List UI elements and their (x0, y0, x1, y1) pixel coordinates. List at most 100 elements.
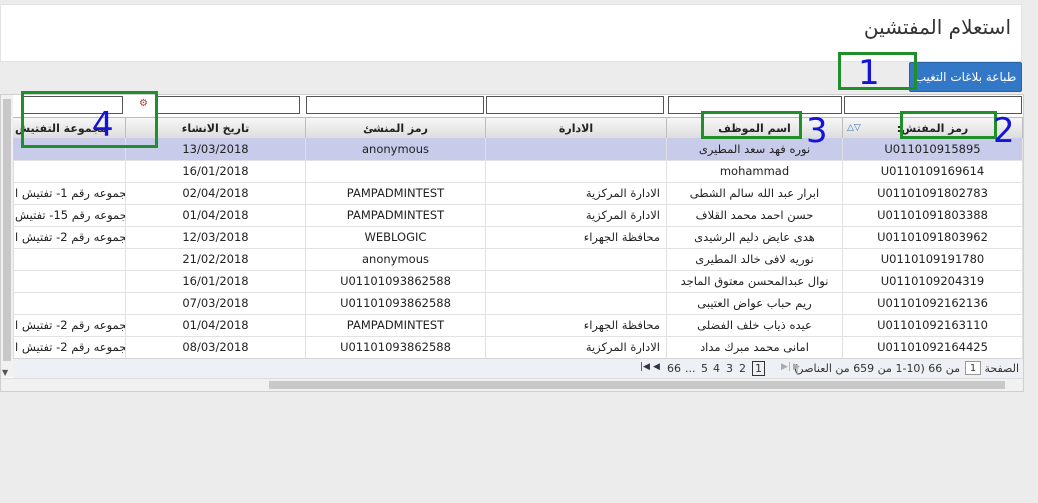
annotation-number-1: 1 (858, 53, 880, 93)
filter-date-input[interactable] (155, 96, 300, 114)
cell-code: U01101092164425 (843, 336, 1023, 358)
cell-dept (486, 292, 667, 314)
pager-page-3[interactable]: 3 (726, 362, 733, 375)
table-row[interactable]: U0110109216213‎6 ريم حباب عواض العتيبى U01… (13, 292, 1023, 315)
cell-group: مجموعه رقم 2- تفتيش ا (13, 336, 126, 358)
annotation-number-4: 4 (92, 105, 114, 145)
cell-name: حسن احمد محمد القلاف (667, 204, 843, 226)
cell-creator: PAMPADMINTEST (306, 204, 486, 226)
cell-group (13, 292, 126, 314)
cell-code: U01101091803962 (843, 226, 1023, 248)
cell-group: مجموعه رقم 2- تفتيش ا (13, 226, 126, 248)
cell-creator: PAMPADMINTEST (306, 314, 486, 336)
annotation-number-3: 3 (806, 111, 828, 151)
filter-row: ⚙ (13, 95, 1023, 117)
cell-creator: U01101093862588 (306, 270, 486, 292)
cell-date: 12/03/2018 (126, 226, 306, 248)
cell-dept: محافظة الجهراء (486, 314, 667, 336)
annotation-box-2 (900, 111, 997, 139)
cell-dept (486, 270, 667, 292)
cell-code: U0110109169614 (843, 160, 1023, 182)
sort-arrows-icon[interactable]: ▽△ (847, 118, 861, 139)
table-row[interactable]: U0110109204319 نوال عبدالمحسن معتوق الماج… (13, 270, 1023, 293)
cell-creator: U01101093862588 (306, 336, 486, 358)
pager-page-4[interactable]: 4 (713, 362, 720, 375)
horizontal-scroll-thumb[interactable] (269, 381, 1005, 389)
prev-page-icon[interactable]: ◀ (653, 362, 660, 372)
pager-page-1[interactable]: 1 (752, 361, 765, 376)
pager: الصفحة 1 من 66 (10-1 من 659 من العناصر) … (13, 358, 1023, 379)
cell-creator: WEBLOGIC (306, 226, 486, 248)
table-row[interactable]: U01101091803388 حسن احمد محمد القلاف الادا… (13, 204, 1023, 227)
table-row[interactable]: U01101092164425 امانى محمد مبرك مداد الادا… (13, 336, 1023, 359)
cell-date: 07/03/2018 (126, 292, 306, 314)
pager-page-input[interactable]: 1 (965, 361, 981, 375)
column-header-dept[interactable]: الادارة (486, 118, 667, 139)
cell-dept (486, 248, 667, 270)
cell-creator: U01101093862588 (306, 292, 486, 314)
cell-group: مجموعه رقم 1- تفتيش ا (13, 182, 126, 204)
table-row[interactable]: U0110109191780 نوريه لافى خالد المطيرى ano… (13, 248, 1023, 271)
cell-date: 01/04/2018 (126, 314, 306, 336)
cell-name: هدى عايض دليم الرشيدى (667, 226, 843, 248)
filter-dept-input[interactable] (486, 96, 664, 114)
cell-name: ابرار عبد الله سالم الشطى (667, 182, 843, 204)
cell-date: 16/01/2018 (126, 270, 306, 292)
cell-group (13, 160, 126, 182)
column-header-creator[interactable]: رمز المنشئ (306, 118, 486, 139)
scroll-down-icon[interactable]: ▼ (2, 368, 8, 377)
annotation-number-2: 2 (993, 111, 1015, 151)
cell-group (13, 270, 126, 292)
pager-page-66[interactable]: 66 (667, 362, 681, 375)
pager-page-label: الصفحة (984, 362, 1019, 375)
pager-summary: من 66 (10-1 من 659 من العناصر) (793, 362, 960, 375)
cell-date: 02/04/2018 (126, 182, 306, 204)
vertical-scroll-thumb[interactable] (3, 99, 11, 361)
pager-page-5[interactable]: 5 (701, 362, 708, 375)
cell-dept (486, 138, 667, 160)
pager-page-2[interactable]: 2 (739, 362, 746, 375)
table-row[interactable]: U01101091802783 ابرار عبد الله سالم الشطى… (13, 182, 1023, 205)
page-title: استعلام المفتشين (863, 15, 1011, 39)
cell-name: ريم حباب عواض العتيبى (667, 292, 843, 314)
horizontal-scrollbar[interactable] (1, 378, 1023, 391)
table-row[interactable]: U01101091803962 هدى عايض دليم الرشيدى محاف… (13, 226, 1023, 249)
cell-creator (306, 160, 486, 182)
cell-dept: محافظة الجهراء (486, 226, 667, 248)
cell-dept: الادارة المركزية (486, 182, 667, 204)
cell-group: مجموعه رقم 2- تفتيش ا (13, 314, 126, 336)
cell-name: نوال عبدالمحسن معتوق الماجد (667, 270, 843, 292)
cell-creator: anonymous (306, 138, 486, 160)
next-page-icon[interactable]: ▶ (793, 362, 800, 372)
pager-ellipsis[interactable]: ... (685, 362, 696, 375)
cell-creator: anonymous (306, 248, 486, 270)
annotation-box-3 (701, 111, 802, 139)
print-absence-reports-button[interactable]: طباعة بلاغات التغيب (909, 62, 1022, 92)
cell-code: U01101091803388 (843, 204, 1023, 226)
cell-code: U01101091802783 (843, 182, 1023, 204)
cell-code: U0110109204319 (843, 270, 1023, 292)
table-row[interactable]: U01101092163110 عيده ذياب خلف الفضلى محافظ… (13, 314, 1023, 337)
cell-code: U01101092163110 (843, 314, 1023, 336)
table-row[interactable]: U011010915895 نوره فهد سعد المطيرى anonymo… (13, 138, 1023, 161)
cell-name: نوريه لافى خالد المطيرى (667, 248, 843, 270)
table-row[interactable]: U0110109169614 mohammad 16/01/2018 (13, 160, 1023, 183)
cell-dept (486, 160, 667, 182)
cell-dept: الادارة المركزية (486, 204, 667, 226)
filter-creator-input[interactable] (306, 96, 484, 114)
cell-date: 21/02/2018 (126, 248, 306, 270)
cell-group: مجموعه رقم 15- تفتيش (13, 204, 126, 226)
cell-creator: PAMPADMINTEST (306, 182, 486, 204)
cell-date: 01/04/2018 (126, 204, 306, 226)
cell-code: U0110109216213‎6 (843, 292, 1023, 314)
cell-name: امانى محمد مبرك مداد (667, 336, 843, 358)
cell-name: mohammad (667, 160, 843, 182)
cell-date: 08/03/2018 (126, 336, 306, 358)
cell-code: U0110109191780 (843, 248, 1023, 270)
cell-name: عيده ذياب خلف الفضلى (667, 314, 843, 336)
annotation-box-4 (21, 91, 158, 148)
grid-header: ▽△ رمز المفتش: اسم الموظف الادارة رمز ال… (13, 117, 1023, 140)
cell-dept: الادارة المركزية (486, 336, 667, 358)
last-page-icon[interactable]: ▶| (781, 362, 791, 372)
first-page-icon[interactable]: |◀ (640, 362, 650, 372)
